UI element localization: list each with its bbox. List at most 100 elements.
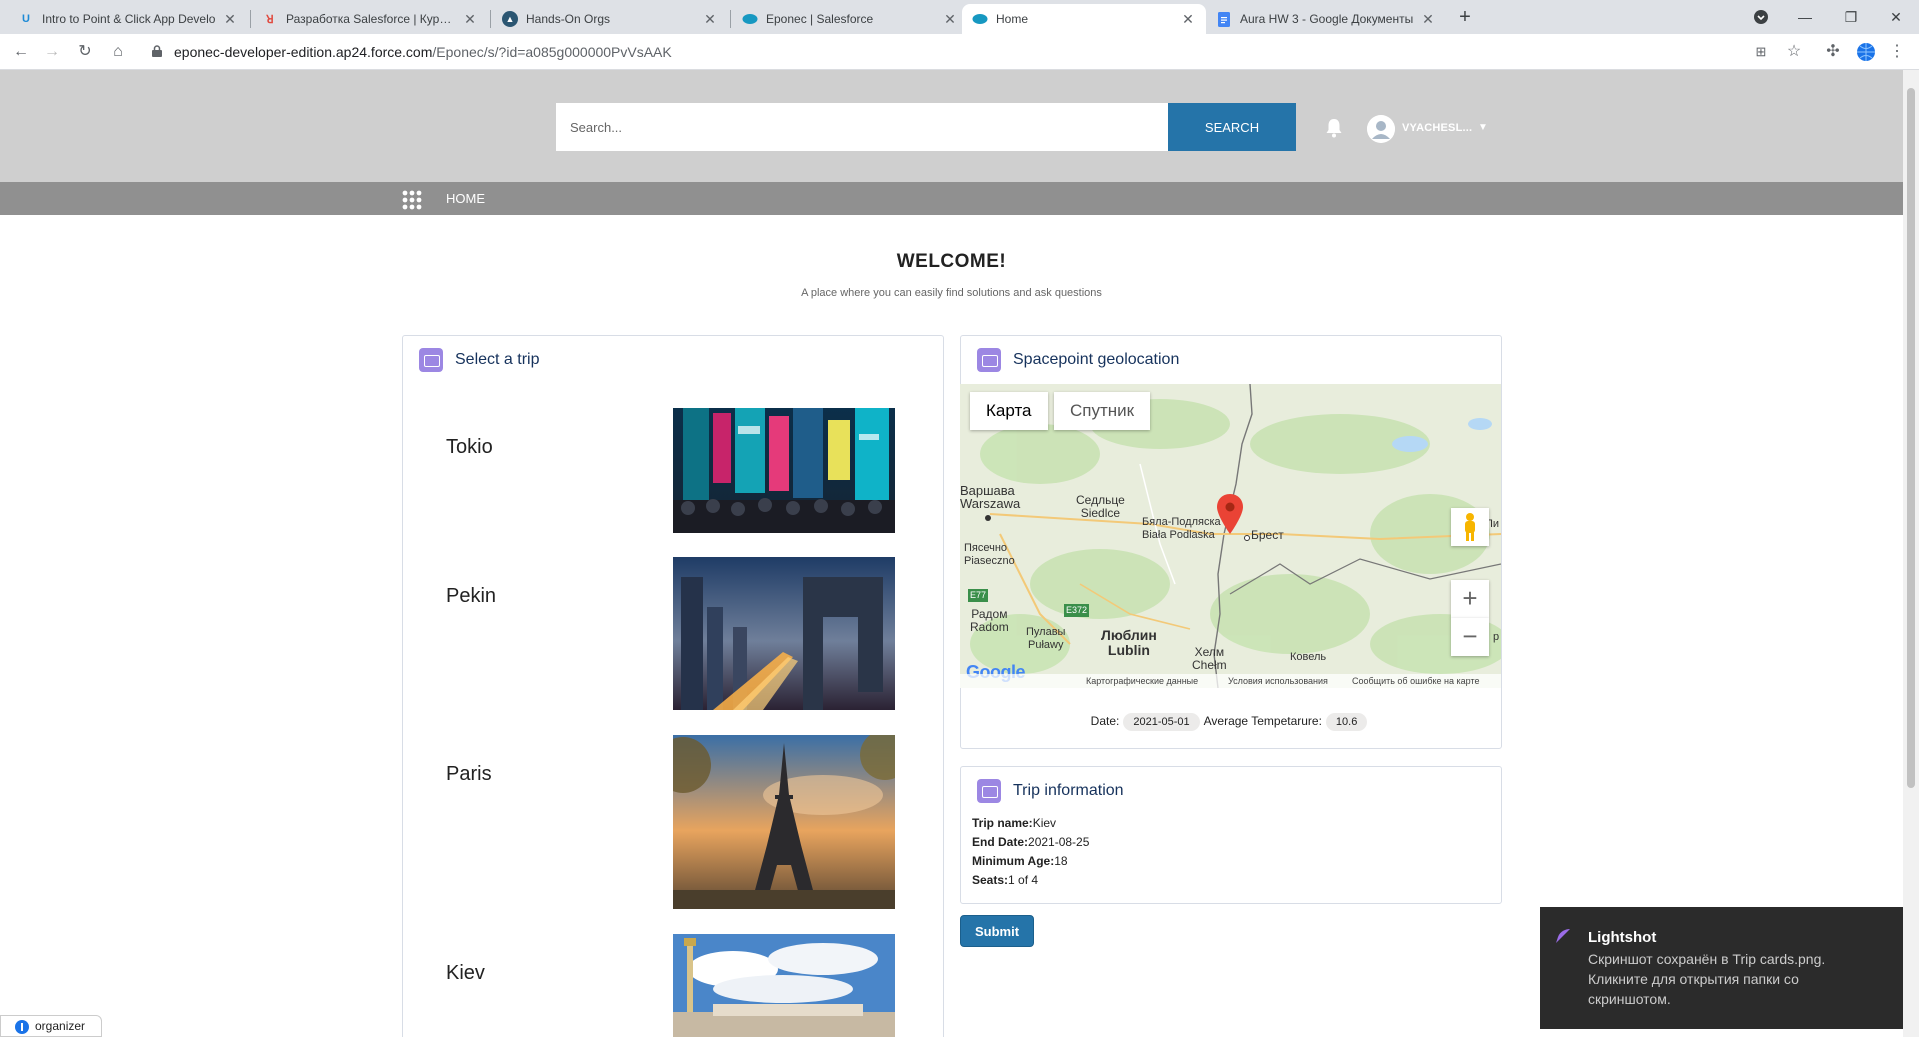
map-type-satellite-tab[interactable]: Спутник — [1054, 392, 1151, 430]
map-road-e372: E372 — [1064, 604, 1090, 617]
trip-name-tokio[interactable]: Tokio — [446, 436, 493, 459]
notifications-bell-icon[interactable] — [1325, 118, 1343, 138]
google-map[interactable]: Карта Спутник Варшава Warszawa Седльце S… — [960, 384, 1501, 688]
browser-toolbar: ← → ↻ ⌂ eponec-developer-edition.ap24.fo… — [0, 34, 1919, 70]
lock-icon[interactable] — [152, 45, 162, 57]
search-input[interactable] — [556, 103, 1168, 151]
search-button[interactable]: SEARCH — [1168, 103, 1296, 151]
map-data-link[interactable]: Картографические данные — [1086, 674, 1198, 688]
user-menu-chevron-down-icon[interactable]: ▼ — [1478, 122, 1488, 133]
card-title: Spacepoint geolocation — [1013, 351, 1180, 368]
browser-tab[interactable]: Aura HW 3 - Google Документы ✕ — [1206, 4, 1446, 34]
address-bar[interactable]: eponec-developer-edition.ap24.force.com/… — [174, 44, 672, 60]
browser-tab[interactable]: ꓤ Разработка Salesforce | Курсы и ✕ — [252, 4, 488, 34]
close-tab-icon[interactable]: ✕ — [702, 11, 718, 28]
trailhead-org-icon: ▲ — [502, 11, 518, 27]
minimum-age-row: Minimum Age:18 — [972, 854, 1068, 868]
map-label-rp: р — [1493, 631, 1500, 643]
trip-image-pekin[interactable] — [673, 557, 895, 710]
salesforce-cloud-icon — [972, 11, 988, 27]
reload-icon[interactable]: ↻ — [74, 41, 96, 63]
map-type-map-tab[interactable]: Карта — [970, 392, 1048, 430]
url-host: eponec-developer-edition.ap24.force.com — [174, 44, 433, 60]
browser-tab[interactable]: U Intro to Point & Click App Develo ✕ — [8, 4, 248, 34]
notification-title: Lightshot — [1588, 929, 1657, 946]
tab-search-icon[interactable] — [1741, 4, 1781, 30]
trip-image-paris[interactable] — [673, 735, 895, 909]
field-label: Seats: — [972, 873, 1009, 887]
map-label-chelm: Хелм Chełm — [1192, 645, 1227, 672]
minimize-icon[interactable]: — — [1785, 4, 1825, 30]
card-title: Trip information — [1013, 782, 1124, 799]
street-view-pegman-icon[interactable] — [1451, 508, 1489, 546]
map-label-radom: Радом Radom — [970, 607, 1009, 634]
page-subtitle: A place where you can easily find soluti… — [801, 287, 1102, 299]
field-value: 2021-08-25 — [1028, 835, 1090, 849]
browser-tab-active[interactable]: Home ✕ — [962, 4, 1206, 34]
field-value: Kiev — [1032, 816, 1057, 830]
maximize-icon[interactable]: ❐ — [1831, 4, 1871, 30]
new-tab-icon[interactable]: + — [1453, 6, 1477, 30]
zoom-out-icon[interactable]: − — [1451, 618, 1489, 656]
scrollbar-thumb[interactable] — [1907, 88, 1915, 788]
tab-title: Home — [996, 12, 1029, 26]
field-label: Trip name: — [972, 816, 1033, 830]
map-report-link[interactable]: Сообщить об ошибке на карте — [1352, 674, 1479, 688]
trailhead-icon: U — [22, 13, 30, 25]
end-date-row: End Date:2021-08-25 — [972, 835, 1089, 849]
map-label-warsaw: Варшава Warszawa — [960, 483, 1021, 511]
url-path: /Eponec/s/?id=a085g000000PvVsAAK — [432, 44, 672, 60]
close-tab-icon[interactable]: ✕ — [942, 11, 958, 28]
tab-title: Разработка Salesforce | Курсы и — [286, 12, 456, 26]
organizer-extension-badge[interactable]: organizer — [0, 1015, 102, 1037]
trip-image-tokio[interactable] — [673, 408, 895, 533]
map-label-lublin: Люблин Lublin — [1101, 627, 1157, 658]
extensions-icon[interactable]: ✣ — [1822, 41, 1844, 63]
map-label-kovel: Ковель — [1290, 651, 1327, 663]
salesforce-cloud-icon — [742, 11, 758, 27]
trip-name-kiev[interactable]: Kiev — [446, 962, 485, 985]
map-terms-link[interactable]: Условия использования — [1228, 674, 1328, 688]
navigation-bar: HOME — [0, 182, 1903, 215]
close-tab-icon[interactable]: ✕ — [462, 11, 478, 28]
zoom-in-icon[interactable]: + — [1451, 580, 1489, 618]
card-icon — [419, 348, 443, 372]
user-avatar[interactable] — [1367, 115, 1395, 143]
browser-tab[interactable]: Eponec | Salesforce ✕ — [732, 4, 968, 34]
user-avatar-icon — [1367, 115, 1395, 143]
close-tab-icon[interactable]: ✕ — [1180, 11, 1196, 28]
card-title: Select a trip — [455, 351, 540, 368]
map-label-pulawy: Пулавы Puławy — [1026, 626, 1066, 651]
close-tab-icon[interactable]: ✕ — [222, 11, 238, 28]
app-launcher-waffle-icon[interactable] — [402, 190, 422, 210]
trip-image-kiev[interactable] — [673, 934, 895, 1037]
trip-name-pekin[interactable]: Pekin — [446, 585, 496, 608]
translate-icon[interactable]: ⊞ — [1750, 41, 1772, 63]
user-name[interactable]: VYACHESL... — [1402, 122, 1472, 134]
trip-name-row: Trip name:Kiev — [972, 816, 1056, 830]
nav-home-link[interactable]: HOME — [446, 191, 485, 206]
map-label-biala-podlaska: Бяла-Подляска Biała Podlaska — [1142, 516, 1221, 541]
field-value: 1 of 4 — [1008, 873, 1039, 887]
map-marker-pin-icon[interactable] — [1217, 494, 1243, 534]
forward-icon[interactable]: → — [41, 41, 63, 63]
close-window-icon[interactable]: ✕ — [1876, 4, 1916, 30]
feather-icon — [1556, 929, 1570, 943]
close-tab-icon[interactable]: ✕ — [1420, 11, 1436, 28]
browser-menu-icon[interactable]: ⋮ — [1886, 41, 1908, 63]
trip-name-paris[interactable]: Paris — [446, 763, 492, 786]
bookmark-star-icon[interactable]: ☆ — [1783, 41, 1805, 63]
card-icon — [977, 779, 1001, 803]
temperature-label: Average Tempetarure: — [1203, 714, 1322, 728]
submit-button[interactable]: Submit — [960, 915, 1034, 947]
page-scrollbar[interactable] — [1903, 70, 1919, 1037]
tab-separator — [250, 10, 251, 28]
lightshot-notification[interactable]: Lightshot Скриншот сохранён в Trip cards… — [1540, 907, 1903, 1029]
organizer-icon — [15, 1020, 29, 1034]
back-icon[interactable]: ← — [10, 41, 32, 63]
home-icon[interactable]: ⌂ — [107, 41, 129, 63]
profile-globe-icon[interactable] — [1855, 41, 1877, 63]
browser-tab[interactable]: ▲ Hands-On Orgs ✕ — [492, 4, 728, 34]
tab-title: Intro to Point & Click App Develo — [42, 12, 216, 26]
weather-row: Date: 2021-05-01 Average Tempetarure: 10.6 — [960, 713, 1502, 731]
